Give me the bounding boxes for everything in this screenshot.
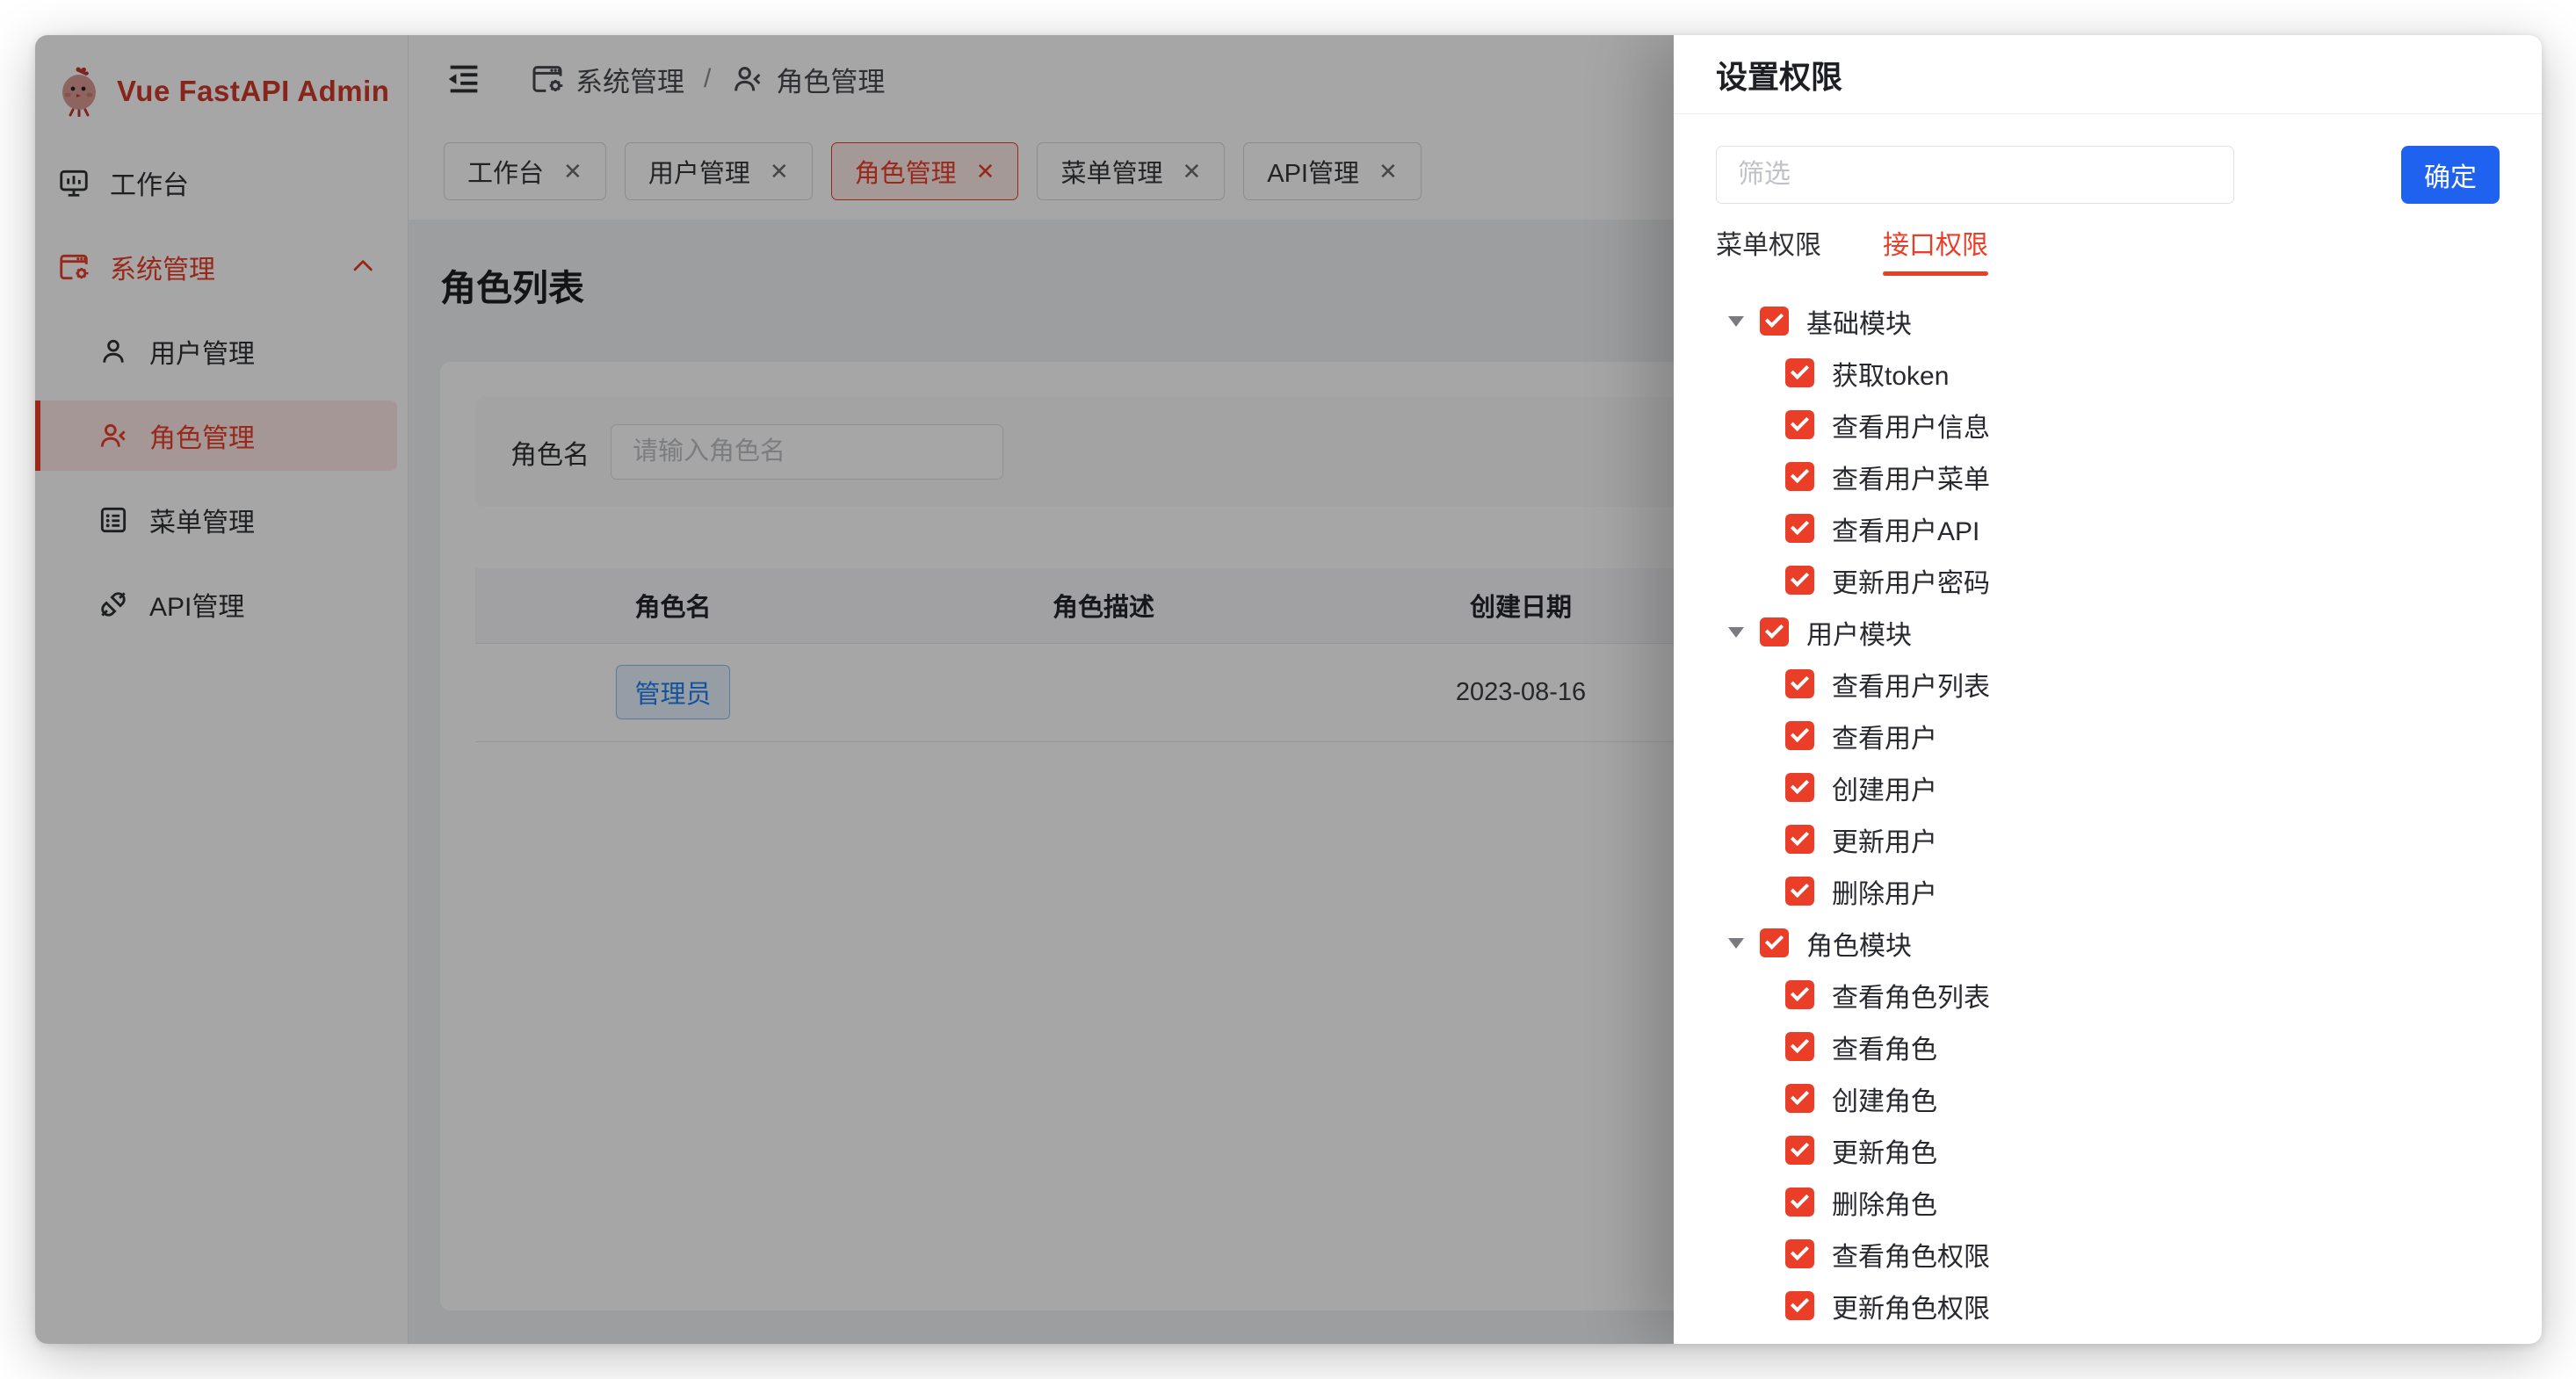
tree-node-leaf[interactable]: 查看用户列表: [1716, 658, 2500, 710]
checkbox-checked-icon[interactable]: [1785, 1291, 1814, 1320]
tree-node-leaf[interactable]: 删除用户: [1716, 865, 2500, 917]
tree-node-leaf[interactable]: 获取token: [1716, 347, 2500, 399]
checkbox-checked-icon[interactable]: [1760, 617, 1789, 646]
tree-node-label: 删除角色: [1832, 1183, 1937, 1222]
tree-expand-icon[interactable]: [1728, 627, 1744, 638]
tree-node-label: 创建角色: [1832, 1079, 1937, 1118]
tree-node-label: 更新角色: [1832, 1131, 1937, 1170]
checkbox-checked-icon[interactable]: [1785, 462, 1814, 491]
filter-row: 确定: [1716, 146, 2500, 204]
tree-node-module[interactable]: 用户模块: [1716, 606, 2500, 658]
tree-node-leaf[interactable]: 创建用户: [1716, 762, 2500, 813]
checkbox-checked-icon[interactable]: [1785, 1188, 1814, 1217]
checkbox-checked-icon[interactable]: [1785, 1239, 1814, 1268]
confirm-button[interactable]: 确定: [2401, 146, 2500, 204]
checkbox-checked-icon[interactable]: [1760, 307, 1789, 336]
tree-node-label: 更新角色权限: [1832, 1287, 1990, 1325]
tree-node-label: 基础模块: [1806, 302, 1912, 341]
drawer-header: 设置权限: [1674, 35, 2542, 114]
permissions-tree: 基础模块 获取token 查看用户信息 查看用户菜单: [1716, 295, 2500, 1332]
tree-node-label: 更新用户密码: [1832, 561, 1990, 600]
checkbox-checked-icon[interactable]: [1785, 669, 1814, 698]
tree-node-label: 查看用户信息: [1832, 406, 1990, 444]
checkbox-checked-icon[interactable]: [1785, 1084, 1814, 1113]
tree-node-leaf[interactable]: 查看用户菜单: [1716, 451, 2500, 502]
tree-node-label: 获取token: [1832, 354, 1949, 393]
checkbox-checked-icon[interactable]: [1760, 928, 1789, 957]
drawer-tabs: 菜单权限 接口权限: [1716, 223, 2500, 274]
drawer-title: 设置权限: [1716, 52, 1842, 97]
tree-node-label: 用户模块: [1806, 613, 1912, 652]
checkbox-checked-icon[interactable]: [1785, 566, 1814, 595]
tree-node-leaf[interactable]: 查看角色列表: [1716, 969, 2500, 1021]
tab-menu-permissions[interactable]: 菜单权限: [1716, 223, 1821, 274]
tree-node-leaf[interactable]: 查看用户信息: [1716, 399, 2500, 451]
tree-node-label: 查看用户菜单: [1832, 458, 1990, 496]
page: Vue FastAPI Admin 工作台: [0, 0, 2576, 1379]
tree-node-label: 删除用户: [1832, 872, 1937, 911]
app-window: Vue FastAPI Admin 工作台: [35, 35, 2542, 1344]
tree-expand-icon[interactable]: [1728, 316, 1744, 327]
tree-node-leaf[interactable]: 查看用户: [1716, 710, 2500, 762]
tree-node-leaf[interactable]: 创建角色: [1716, 1072, 2500, 1124]
checkbox-checked-icon[interactable]: [1785, 514, 1814, 543]
tab-api-permissions[interactable]: 接口权限: [1883, 223, 1988, 274]
checkbox-checked-icon[interactable]: [1785, 877, 1814, 906]
checkbox-checked-icon[interactable]: [1785, 825, 1814, 854]
checkbox-checked-icon[interactable]: [1785, 721, 1814, 750]
tree-node-leaf[interactable]: 更新用户密码: [1716, 554, 2500, 606]
tree-node-label: 查看角色权限: [1832, 1235, 1990, 1274]
drawer-body: 确定 菜单权限 接口权限 基础模块 获取token: [1674, 114, 2542, 1344]
checkbox-checked-icon[interactable]: [1785, 773, 1814, 802]
tree-node-label: 查看用户列表: [1832, 665, 1990, 704]
tree-node-module[interactable]: 基础模块: [1716, 295, 2500, 347]
permissions-drawer: 设置权限 确定 菜单权限 接口权限 基础模块: [1674, 35, 2542, 1344]
filter-input[interactable]: [1716, 146, 2234, 204]
tree-node-label: 查看用户API: [1832, 509, 1979, 548]
tree-node-leaf[interactable]: 查看角色: [1716, 1021, 2500, 1072]
tree-node-label: 更新用户: [1832, 820, 1937, 859]
tree-node-label: 角色模块: [1806, 924, 1912, 963]
tree-node-label: 查看用户: [1832, 717, 1937, 755]
tree-expand-icon[interactable]: [1728, 938, 1744, 949]
tree-node-label: 查看角色列表: [1832, 976, 1990, 1014]
checkbox-checked-icon[interactable]: [1785, 1136, 1814, 1165]
tree-node-leaf[interactable]: 更新角色权限: [1716, 1280, 2500, 1332]
checkbox-checked-icon[interactable]: [1785, 1032, 1814, 1061]
tree-node-leaf[interactable]: 查看角色权限: [1716, 1228, 2500, 1280]
tree-node-label: 创建用户: [1832, 769, 1937, 807]
tree-node-leaf[interactable]: 更新用户: [1716, 813, 2500, 865]
checkbox-checked-icon[interactable]: [1785, 410, 1814, 439]
checkbox-checked-icon[interactable]: [1785, 980, 1814, 1009]
tree-node-leaf[interactable]: 查看用户API: [1716, 502, 2500, 554]
checkbox-checked-icon[interactable]: [1785, 358, 1814, 387]
tree-node-leaf[interactable]: 更新角色: [1716, 1124, 2500, 1176]
tree-node-leaf[interactable]: 删除角色: [1716, 1176, 2500, 1228]
tree-node-label: 查看角色: [1832, 1028, 1937, 1066]
tree-node-module[interactable]: 角色模块: [1716, 917, 2500, 969]
